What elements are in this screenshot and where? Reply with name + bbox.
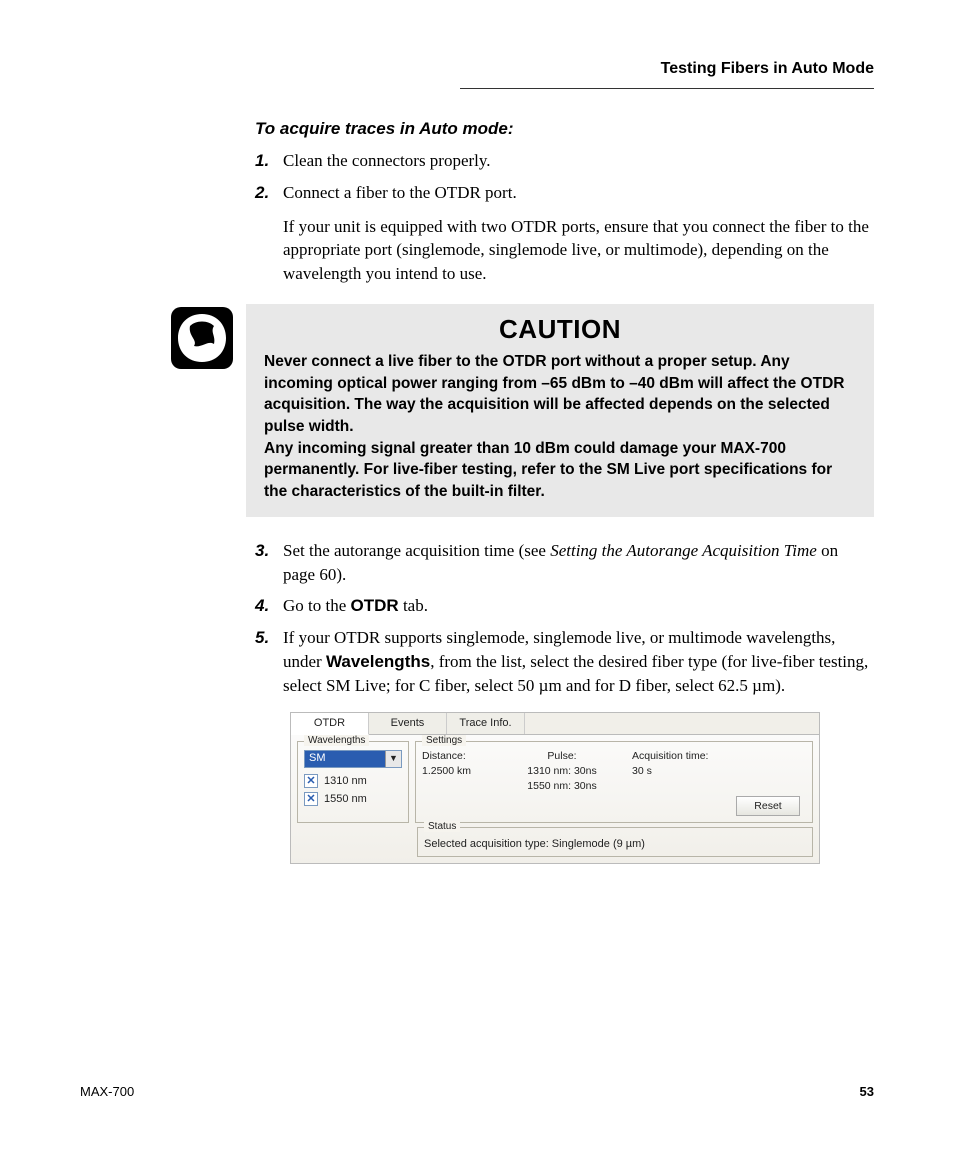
caution-icon <box>170 306 234 370</box>
status-text: Selected acquisition type: Singlemode (9… <box>424 836 806 850</box>
step-number: 5. <box>255 626 283 697</box>
step-5: 5. If your OTDR supports singlemode, sin… <box>255 626 874 697</box>
wavelength-option[interactable]: ✕ 1310 nm <box>304 774 402 788</box>
checkbox-checked-icon[interactable]: ✕ <box>304 774 318 788</box>
step-text: Go to the OTDR tab. <box>283 594 874 618</box>
tab-bar: OTDR Events Trace Info. <box>291 713 819 735</box>
step-text: Clean the connectors properly. <box>283 149 874 173</box>
cross-reference: Setting the Autorange Acquisition Time <box>550 541 817 560</box>
tab-events[interactable]: Events <box>369 713 447 734</box>
step-text: If your OTDR supports singlemode, single… <box>283 626 874 697</box>
checkbox-checked-icon[interactable]: ✕ <box>304 792 318 806</box>
step-3: 3. Set the autorange acquisition time (s… <box>255 539 874 587</box>
pulse-value: 1310 nm: 30ns <box>492 765 632 777</box>
step-number: 1. <box>255 149 283 173</box>
ui-reference: Wavelengths <box>326 652 430 671</box>
chevron-down-icon[interactable]: ▼ <box>385 751 401 767</box>
wavelength-label: 1310 nm <box>324 775 367 787</box>
footer-page-number: 53 <box>860 1084 874 1099</box>
step-number: 2. <box>255 181 283 286</box>
status-legend: Status <box>424 821 460 832</box>
step-number: 4. <box>255 594 283 618</box>
caution-title: CAUTION <box>264 314 856 345</box>
ui-reference: OTDR <box>351 596 399 615</box>
tab-trace-info[interactable]: Trace Info. <box>447 713 525 734</box>
pulse-value: 1550 nm: 30ns <box>492 780 632 792</box>
wavelengths-group: Wavelengths SM ▼ ✕ 1310 nm ✕ 1550 nm <box>297 741 409 823</box>
procedure-subhead: To acquire traces in Auto mode: <box>255 119 874 139</box>
step-number: 3. <box>255 539 283 587</box>
step-1: 1. Clean the connectors properly. <box>255 149 874 173</box>
acquisition-time-label: Acquisition time: <box>632 750 752 762</box>
distance-label: Distance: <box>422 750 492 762</box>
distance-value: 1.2500 km <box>422 765 492 777</box>
status-group: Status Selected acquisition type: Single… <box>417 827 813 857</box>
dropdown-value: SM <box>305 751 385 767</box>
step-paragraph: If your unit is equipped with two OTDR p… <box>283 215 874 286</box>
settings-legend: Settings <box>422 735 466 746</box>
wavelength-option[interactable]: ✕ 1550 nm <box>304 792 402 806</box>
fiber-type-dropdown[interactable]: SM ▼ <box>304 750 402 768</box>
reset-button[interactable]: Reset <box>736 796 800 816</box>
tab-otdr[interactable]: OTDR <box>291 713 369 735</box>
step-2: 2. Connect a fiber to the OTDR port. If … <box>255 181 874 286</box>
caution-paragraph: Any incoming signal greater than 10 dBm … <box>264 438 856 503</box>
step-text: Set the autorange acquisition time (see … <box>283 539 874 587</box>
page-header-title: Testing Fibers in Auto Mode <box>80 60 874 78</box>
footer-model: MAX-700 <box>80 1084 134 1099</box>
caution-paragraph: Never connect a live fiber to the OTDR p… <box>264 351 856 438</box>
page-footer: MAX-700 53 <box>80 1084 874 1099</box>
otdr-panel: OTDR Events Trace Info. Wavelengths SM ▼… <box>290 712 820 864</box>
wavelength-label: 1550 nm <box>324 793 367 805</box>
caution-block: CAUTION Never connect a live fiber to th… <box>170 304 874 517</box>
step-4: 4. Go to the OTDR tab. <box>255 594 874 618</box>
pulse-label: Pulse: <box>492 750 632 762</box>
wavelengths-legend: Wavelengths <box>304 735 369 746</box>
step-text: Connect a fiber to the OTDR port. <box>283 181 874 205</box>
header-rule <box>460 88 874 89</box>
acquisition-time-value: 30 s <box>632 765 752 777</box>
settings-group: Settings Distance: Pulse: Acquisition ti… <box>415 741 813 823</box>
